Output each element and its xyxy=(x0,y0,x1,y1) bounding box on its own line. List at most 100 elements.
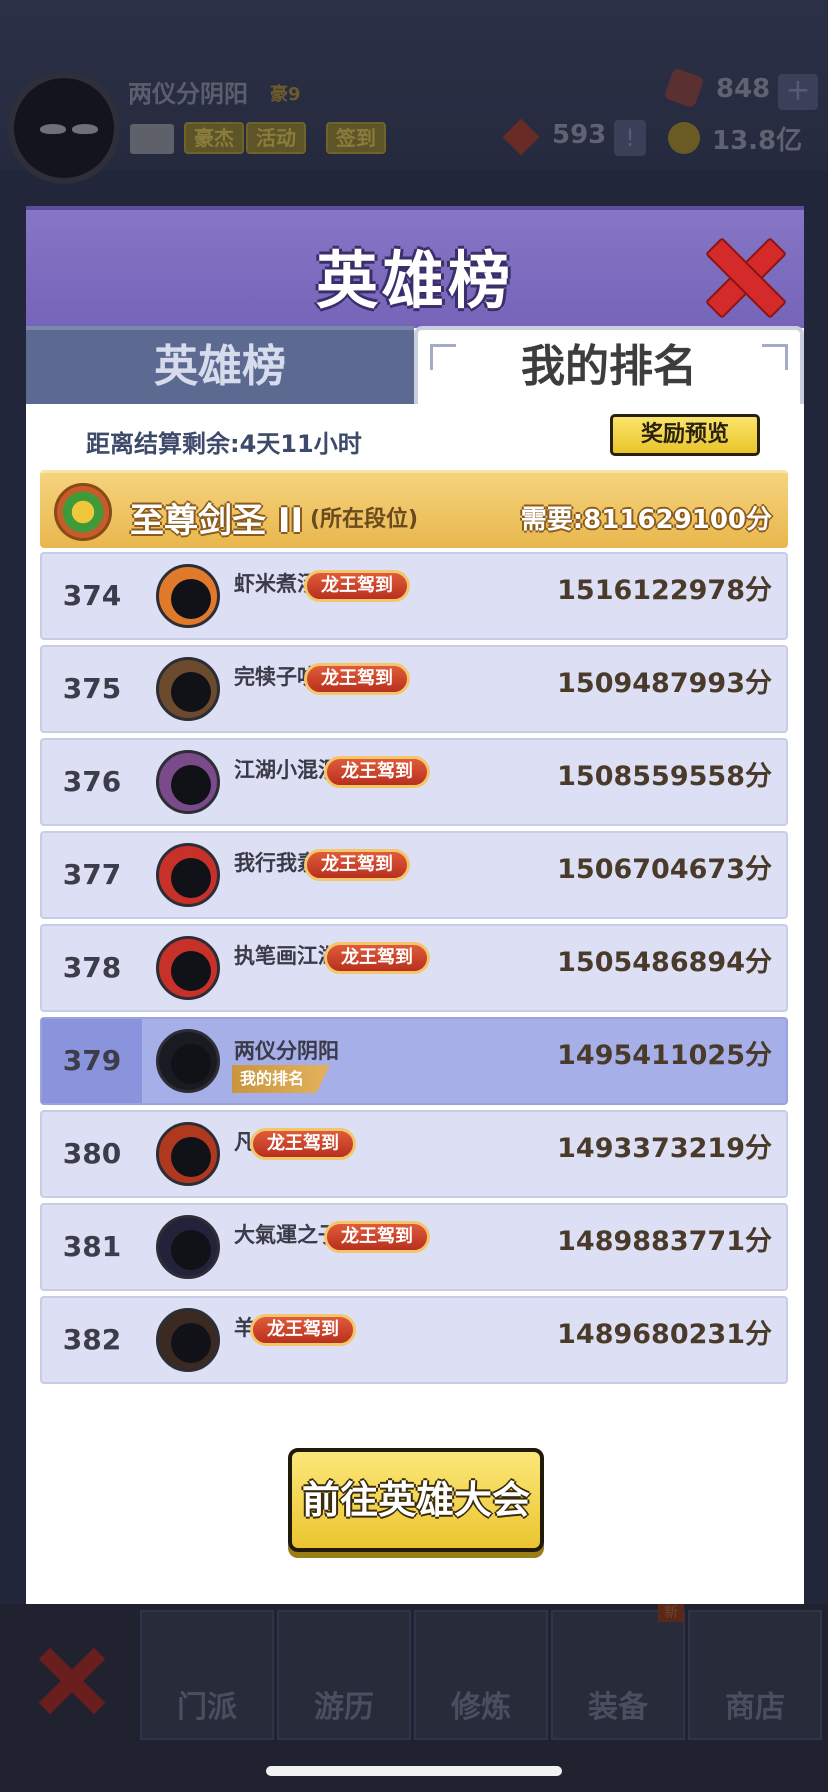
go-hero-conference-button[interactable]: 前往英雄大会 xyxy=(288,1448,544,1552)
coin-icon xyxy=(668,122,700,154)
checkin-button: 签到 xyxy=(326,122,386,154)
player-score: 1508559558分 xyxy=(557,761,772,792)
avatar-face-icon xyxy=(171,1323,211,1363)
tier-requirement: 需要:811629100分 xyxy=(520,505,772,535)
nav-tab-label: 商店 xyxy=(725,1690,785,1725)
player-score: 1509487993分 xyxy=(557,668,772,699)
tab-my-ranking[interactable]: 我的排名 xyxy=(414,326,804,404)
avatar-face-icon xyxy=(171,1230,211,1270)
rank-number: 379 xyxy=(62,1044,122,1077)
tier-name: 至尊剑圣 II xyxy=(130,501,304,541)
avatar-face-icon xyxy=(171,1137,211,1177)
vip-level: 豪9 xyxy=(270,84,301,105)
avatar-eye-icon xyxy=(40,124,66,134)
player-avatar-icon[interactable] xyxy=(156,1122,220,1186)
ranking-row[interactable]: 377 我行我素 龙王驾到 1506704673分 xyxy=(40,831,788,919)
modal-header: 英雄榜 xyxy=(26,206,804,328)
ranking-row[interactable]: 380 凡龙王驾到 1493373219分 xyxy=(40,1110,788,1198)
ranking-row[interactable]: 378 执笔画江湖 龙王驾到 1505486894分 xyxy=(40,924,788,1012)
reward-preview-button[interactable]: 奖励预览 xyxy=(610,414,760,456)
tab-corner-decoration-icon xyxy=(430,344,456,370)
ranking-list[interactable]: 374 虾米煮汤 龙王驾到 1516122978分 375 完犊子叻 龙王驾到 1509487… xyxy=(40,552,788,1416)
player-avatar-icon[interactable] xyxy=(156,936,220,1000)
nav-tab-shop: 商店 xyxy=(688,1610,822,1740)
player-score: 1489883771分 xyxy=(557,1226,772,1257)
home-indicator[interactable] xyxy=(266,1766,562,1776)
dragon-king-badge: 龙王驾到 xyxy=(250,1314,356,1346)
ranking-row[interactable]: 381 大氣運之子 龙王驾到 1489883771分 xyxy=(40,1203,788,1291)
player-score: 1516122978分 xyxy=(557,575,772,606)
tab-my-ranking-label: 我的排名 xyxy=(521,341,697,392)
rank-number: 382 xyxy=(62,1323,122,1356)
avatar-face-icon xyxy=(171,858,211,898)
player-avatar-icon[interactable] xyxy=(156,843,220,907)
game-screen: 两仪分阴阳 豪9 豪杰 活动 签到 848 + 593 ! 13.8亿 门派 游… xyxy=(0,0,828,1792)
ranking-row[interactable]: 374 虾米煮汤 龙王驾到 1516122978分 xyxy=(40,552,788,640)
player-avatar-icon[interactable] xyxy=(156,750,220,814)
info-button: ! xyxy=(614,120,646,156)
tab-corner-decoration-icon xyxy=(762,344,788,370)
tab-hero-ranking[interactable]: 英雄榜 xyxy=(26,326,414,404)
close-button[interactable] xyxy=(708,240,780,312)
player-score: 1495411025分 xyxy=(557,1040,772,1071)
player-avatar-icon[interactable] xyxy=(156,1215,220,1279)
ranking-row[interactable]: 382 羊龙王驾到 1489680231分 xyxy=(40,1296,788,1384)
nav-tab-cultivate: 修炼 xyxy=(414,1610,548,1740)
new-badge: 新 xyxy=(658,1602,684,1622)
dragon-king-badge: 龙王驾到 xyxy=(304,570,410,602)
player-score: 1493373219分 xyxy=(557,1133,772,1164)
player-avatar xyxy=(8,72,120,184)
modal-title: 英雄榜 xyxy=(315,244,514,317)
hero-button: 豪杰 xyxy=(184,122,244,154)
nav-tab-label: 修炼 xyxy=(451,1690,511,1725)
dragon-king-badge: 龙王驾到 xyxy=(324,756,430,788)
hud-top-bar xyxy=(0,0,828,170)
dragon-king-badge: 龙王驾到 xyxy=(304,849,410,881)
avatar-face-icon xyxy=(171,1044,211,1084)
rank-number: 381 xyxy=(62,1230,122,1263)
ranking-row[interactable]: 375 完犊子叻 龙王驾到 1509487993分 xyxy=(40,645,788,733)
player-name: 两仪分阴阳 xyxy=(234,1039,339,1063)
player-avatar-icon[interactable] xyxy=(156,564,220,628)
coin-count: 13.8亿 xyxy=(712,126,803,156)
rank-number: 377 xyxy=(62,858,122,891)
tier-note: (所在段位) xyxy=(310,507,419,532)
nav-tab-sect: 门派 xyxy=(140,1610,274,1740)
dragon-king-badge: 龙王驾到 xyxy=(324,1221,430,1253)
rank-number: 380 xyxy=(62,1137,122,1170)
nav-tab-equipment: 装备 xyxy=(551,1610,685,1740)
dragon-king-badge: 龙王驾到 xyxy=(324,942,430,974)
avatar-eye-icon xyxy=(72,124,98,134)
tier-emblem-icon xyxy=(54,483,112,541)
activity-button: 活动 xyxy=(246,122,306,154)
rank-number: 378 xyxy=(62,951,122,984)
gem-count: 848 xyxy=(716,74,771,104)
nav-tab-travel: 游历 xyxy=(277,1610,411,1740)
tier-bar: 至尊剑圣 II (所在段位) 需要:811629100分 xyxy=(40,470,788,548)
rank-number: 375 xyxy=(62,672,122,705)
rank-number: 376 xyxy=(62,765,122,798)
avatar-face-icon xyxy=(171,672,211,712)
ranking-row[interactable]: 376 江湖小混混 龙王驾到 1508559558分 xyxy=(40,738,788,826)
dragon-king-badge: 龙王驾到 xyxy=(250,1128,356,1160)
nav-tab-label: 门派 xyxy=(177,1690,237,1725)
avatar-face-icon xyxy=(171,579,211,619)
leaderboard-modal: 英雄榜 英雄榜 我的排名 距离结算剩余:4天11小时 奖励预览 至尊剑圣 II … xyxy=(26,206,804,1604)
my-ranking-tag: 我的排名 xyxy=(232,1065,331,1093)
my-ranking-row[interactable]: 379 两仪分阴阳 我的排名 1495411025分 xyxy=(40,1017,788,1105)
player-score: 1505486894分 xyxy=(557,947,772,978)
avatar-face-icon xyxy=(171,765,211,805)
nav-tab-label: 装备 xyxy=(588,1690,648,1725)
rank-number: 374 xyxy=(62,579,122,612)
player-score: 1489680231分 xyxy=(557,1319,772,1350)
player-score: 1506704673分 xyxy=(557,854,772,885)
player-avatar-icon[interactable] xyxy=(156,657,220,721)
player-avatar-icon[interactable] xyxy=(156,1308,220,1372)
avatar-face-icon xyxy=(171,951,211,991)
nav-tab-label: 游历 xyxy=(314,1690,374,1725)
token-count: 593 xyxy=(552,120,607,150)
settlement-countdown: 距离结算剩余:4天11小时 xyxy=(86,430,362,458)
mail-icon xyxy=(130,124,174,154)
player-name: 两仪分阴阳 xyxy=(128,80,248,108)
player-avatar-icon[interactable] xyxy=(156,1029,220,1093)
